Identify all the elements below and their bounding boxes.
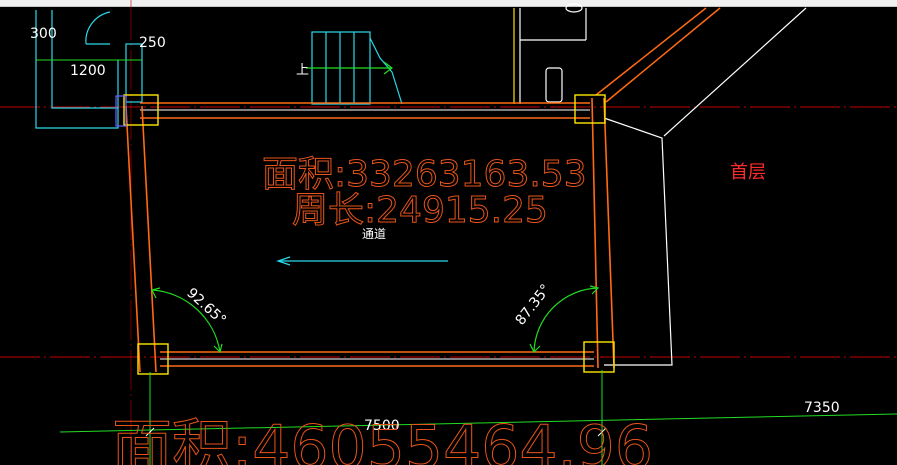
dim-1200: 1200 bbox=[70, 63, 106, 79]
dim-7350: 7350 bbox=[804, 400, 840, 416]
angle-left-label: 92.65° bbox=[183, 285, 229, 328]
right-region-outline bbox=[603, 117, 673, 366]
floor-label: 首层 bbox=[730, 162, 766, 183]
dim-250: 250 bbox=[139, 35, 166, 51]
bottom-area-measure: 面积:46055464.96 bbox=[112, 413, 653, 465]
diagonal-wall bbox=[595, 7, 807, 137]
perimeter-measure: 周长:24915.25 bbox=[292, 190, 548, 231]
direction-arrow bbox=[276, 256, 448, 266]
area-measure: 面积:33263163.53 bbox=[262, 154, 587, 195]
axis-lines bbox=[0, 0, 897, 465]
angle-right-label: 87.35° bbox=[513, 282, 555, 329]
column-top-right bbox=[574, 94, 606, 124]
cad-drawing-canvas[interactable]: 300 1200 250 上 通道 面积:33263163.53 周长:2491… bbox=[0, 0, 897, 465]
elevator-shaft bbox=[513, 3, 587, 104]
stair-symbol bbox=[306, 31, 403, 105]
stair-up-label: 上 bbox=[296, 63, 309, 78]
dim-300: 300 bbox=[30, 26, 57, 42]
